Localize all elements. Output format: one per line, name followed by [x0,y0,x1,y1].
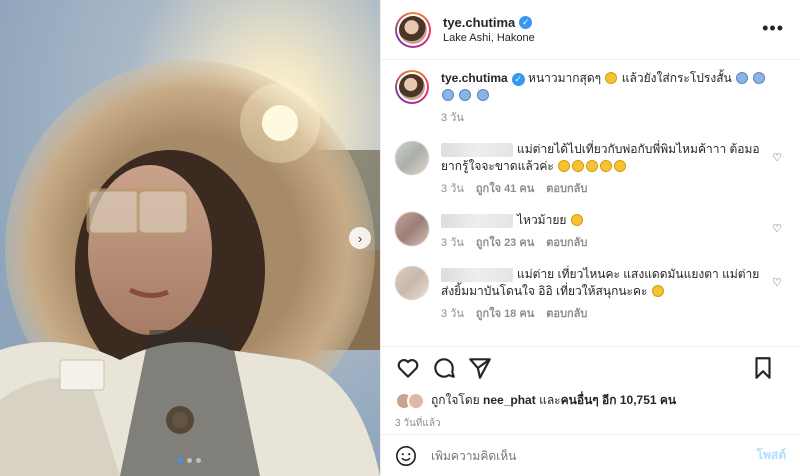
verified-badge-icon: ✓ [519,16,533,29]
smiling-face-emoji-icon [651,285,664,297]
carousel-dot-1 [178,458,183,463]
cold-face-emoji-icon [753,72,766,84]
cold-face-emoji-icon [459,89,472,101]
comment-text: ไหวม้ายย [517,213,567,227]
comment-item: แม่ต่าย เที่ยวไหนคะ แสงแดดมันแยงตา แม่ต่… [395,266,786,323]
location-link[interactable]: Lake Ashi, Hakone [443,32,535,44]
selfie-image [0,0,380,476]
comment-likes[interactable]: ถูกใจ 41 คน [476,181,534,198]
caption-text: หนาวมากสุดๆ [528,71,602,85]
liked-by-user-link[interactable]: nee_phat [483,393,536,407]
likes-middle: และ [539,393,561,407]
comment-input[interactable] [431,448,757,463]
likes-others-link[interactable]: คนอื่นๆ อีก 10,751 คน [561,393,677,407]
comment-time[interactable]: 3 วัน [441,181,464,198]
post-timestamp[interactable]: 3 วันที่แล้ว [395,416,786,431]
star-eyes-emoji-icon [600,160,613,172]
reply-button[interactable]: ตอบกลับ [546,235,587,252]
comment-item: ไหวม้ายย 3 วัน ถูกใจ 23 คน ตอบกลับ ♡ [395,212,786,252]
add-comment-bar: โพสต์ [381,434,800,476]
star-eyes-emoji-icon [586,160,599,172]
avatar[interactable] [395,11,431,48]
action-bar: ถูกใจโดย nee_phat และคนอื่นๆ อีก 10,751 … [381,346,800,431]
comment-item: แม่ต่ายได้ไปเที่ยวกับพ่อกับพี่พิมไหมค้าา… [395,141,786,198]
caption-time[interactable]: 3 วัน [441,110,464,127]
chevron-right-icon[interactable]: › [349,227,371,249]
carousel-dot-3 [196,458,201,463]
likes-prefix: ถูกใจโดย [431,393,480,407]
comment-avatar[interactable] [395,266,429,300]
emoji-icon[interactable] [395,445,417,467]
comment-avatar[interactable] [395,212,429,246]
grinning-sweat-emoji-icon [605,72,618,84]
comment-time[interactable]: 3 วัน [441,306,464,323]
heart-icon[interactable]: ♡ [772,151,782,164]
comment-avatar[interactable] [395,141,429,175]
reply-button[interactable]: ตอบกลับ [546,306,587,323]
cold-face-emoji-icon [442,89,454,101]
cold-face-emoji-icon [736,72,749,84]
share-icon[interactable] [467,355,493,381]
verified-badge-icon: ✓ [511,73,525,86]
heart-icon[interactable]: ♡ [772,222,782,235]
post-header: tye.chutima ✓ Lake Ashi, Hakone ••• [381,0,800,60]
reply-button[interactable]: ตอบกลับ [546,181,587,198]
star-eyes-emoji-icon [558,160,571,172]
carousel-dot-2 [187,458,192,463]
cold-face-emoji-icon [476,89,489,101]
post-button[interactable]: โพสต์ [757,446,786,465]
post-photo[interactable]: › [0,0,380,476]
caption: tye.chutima ✓ หนาวมากสุดๆ แล้วยังใส่กระโป… [395,70,786,127]
username-link[interactable]: tye.chutima [443,15,515,30]
caption-text-2: แล้วยังใส่กระโปรงสั้น [621,71,732,85]
post-sidebar: tye.chutima ✓ Lake Ashi, Hakone ••• tye.… [380,0,800,476]
heart-icon[interactable] [395,355,421,381]
comment-icon[interactable] [431,355,457,381]
comment-username-blurred[interactable] [441,213,513,228]
comment-likes[interactable]: ถูกใจ 18 คน [476,306,534,323]
heart-icon[interactable]: ♡ [772,276,782,289]
comment-username-blurred[interactable] [441,142,513,157]
grinning-sweat-emoji-icon [570,214,583,226]
star-eyes-emoji-icon [614,160,627,172]
carousel-dots [178,458,201,463]
comments-list: tye.chutima ✓ หนาวมากสุดๆ แล้วยังใส่กระโป… [381,60,800,346]
star-eyes-emoji-icon [572,160,585,172]
likes-summary: ถูกใจโดย nee_phat และคนอื่นๆ อีก 10,751 … [395,391,786,410]
more-horizontal-icon[interactable]: ••• [762,18,784,39]
comment-username-blurred[interactable] [441,267,513,282]
caption-avatar[interactable] [395,70,429,104]
comment-likes[interactable]: ถูกใจ 23 คน [476,235,534,252]
comment-time[interactable]: 3 วัน [441,235,464,252]
avatar[interactable] [407,391,425,410]
caption-username[interactable]: tye.chutima [441,71,508,85]
bookmark-icon[interactable] [750,355,776,381]
